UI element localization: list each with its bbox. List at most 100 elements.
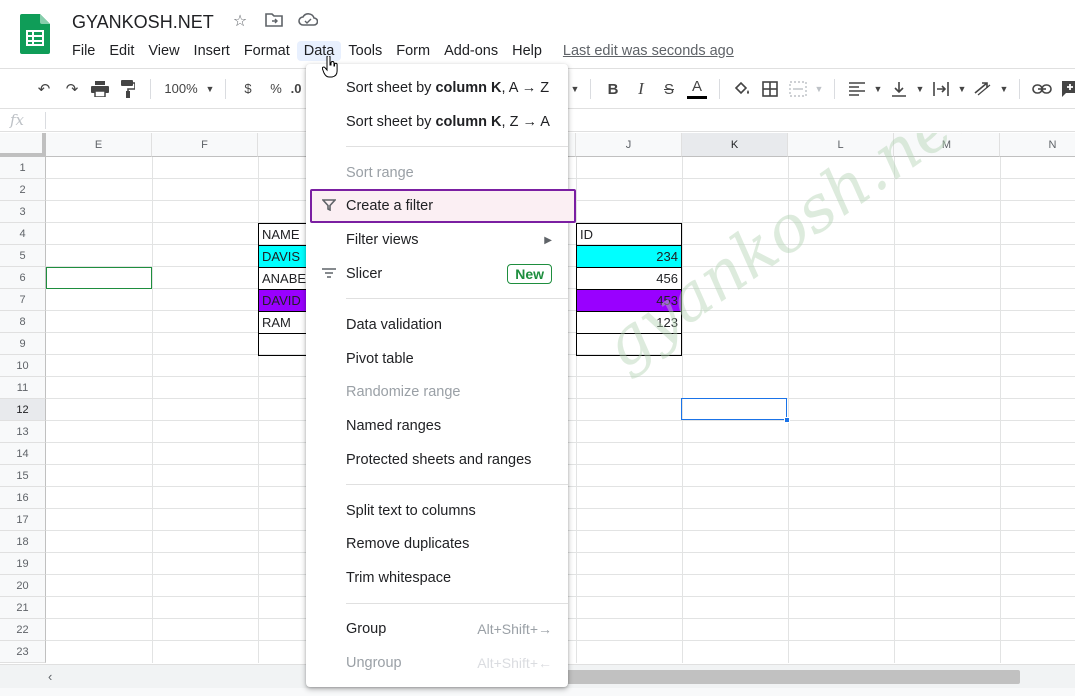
- table-header-id[interactable]: ID: [576, 223, 682, 246]
- merge-cells-icon[interactable]: [784, 75, 812, 103]
- menu-insert[interactable]: Insert: [187, 41, 237, 61]
- menu-form[interactable]: Form: [389, 41, 437, 61]
- group-item[interactable]: Group Alt+Shift+→: [306, 615, 568, 643]
- row-header[interactable]: 15: [0, 465, 46, 487]
- row-header[interactable]: 12: [0, 399, 46, 421]
- data-validation-item[interactable]: Data validation: [306, 311, 568, 339]
- menu-format[interactable]: Format: [237, 41, 297, 61]
- pivot-table-item[interactable]: Pivot table: [306, 345, 568, 373]
- slicer-item[interactable]: Slicer New: [306, 260, 568, 288]
- filter-views-item[interactable]: Filter views ▶: [306, 226, 568, 254]
- scrollbar-thumb[interactable]: [560, 670, 1020, 684]
- chevron-down-icon[interactable]: ▼: [913, 75, 927, 103]
- row-header[interactable]: 11: [0, 377, 46, 399]
- text-wrap-icon[interactable]: [927, 75, 955, 103]
- table-cell-id[interactable]: 456: [576, 267, 682, 290]
- row-header[interactable]: 20: [0, 575, 46, 597]
- last-edit-link[interactable]: Last edit was seconds ago: [563, 43, 734, 59]
- column-header-l[interactable]: L: [788, 133, 894, 157]
- document-title[interactable]: GYANKOSH.NET: [72, 12, 214, 33]
- ungroup-label: Ungroup: [346, 655, 402, 671]
- table-cell-id[interactable]: 234: [576, 245, 682, 268]
- row-header[interactable]: 17: [0, 509, 46, 531]
- table-cell-id[interactable]: 453: [576, 289, 682, 312]
- split-text-item[interactable]: Split text to columns: [306, 497, 568, 525]
- fill-color-icon[interactable]: [728, 75, 756, 103]
- row-header[interactable]: 13: [0, 421, 46, 443]
- row-header[interactable]: 9: [0, 333, 46, 355]
- cloud-status-icon[interactable]: [298, 12, 319, 32]
- row-header[interactable]: 23: [0, 641, 46, 663]
- borders-icon[interactable]: [756, 75, 784, 103]
- protected-sheets-item[interactable]: Protected sheets and ranges: [306, 446, 568, 474]
- move-folder-icon[interactable]: [264, 12, 284, 32]
- row-header[interactable]: 21: [0, 597, 46, 619]
- row-header[interactable]: 8: [0, 311, 46, 333]
- column-header-m[interactable]: M: [894, 133, 1000, 157]
- menu-edit[interactable]: Edit: [102, 41, 141, 61]
- sort-sheet-a-z-item[interactable]: Sort sheet by column K, A → Z: [306, 74, 568, 102]
- menu-file[interactable]: File: [65, 41, 102, 61]
- insert-link-icon[interactable]: [1028, 75, 1056, 103]
- row-header[interactable]: 22: [0, 619, 46, 641]
- row-header[interactable]: 16: [0, 487, 46, 509]
- horizontal-align-icon[interactable]: [843, 75, 871, 103]
- sort-sheet-z-a-item[interactable]: Sort sheet by column K, Z → A: [306, 108, 568, 136]
- active-cell-selection[interactable]: [681, 398, 790, 423]
- row-header[interactable]: 14: [0, 443, 46, 465]
- column-header-j[interactable]: J: [576, 133, 682, 157]
- menu-view[interactable]: View: [141, 41, 186, 61]
- row-header[interactable]: 18: [0, 531, 46, 553]
- italic-icon[interactable]: I: [627, 75, 655, 103]
- row-header[interactable]: 7: [0, 289, 46, 311]
- table-cell-empty[interactable]: [576, 333, 682, 356]
- paint-format-icon[interactable]: [114, 75, 142, 103]
- insert-comment-icon[interactable]: [1056, 75, 1075, 103]
- create-filter-item[interactable]: Create a filter: [310, 189, 576, 223]
- text-rotation-icon[interactable]: [969, 75, 997, 103]
- row-header[interactable]: 3: [0, 201, 46, 223]
- fill-handle[interactable]: [784, 417, 790, 423]
- column-header-f[interactable]: F: [152, 133, 258, 157]
- chevron-down-icon[interactable]: ▼: [997, 75, 1011, 103]
- print-icon[interactable]: [86, 75, 114, 103]
- row-header[interactable]: 4: [0, 223, 46, 245]
- strikethrough-icon[interactable]: S: [655, 75, 683, 103]
- percent-format-button[interactable]: %: [262, 75, 290, 103]
- star-icon[interactable]: ☆: [230, 12, 250, 32]
- toolbar-divider: [225, 78, 226, 99]
- named-ranges-item[interactable]: Named ranges: [306, 412, 568, 440]
- column-header-e[interactable]: E: [46, 133, 152, 157]
- undo-icon[interactable]: ↶: [30, 75, 58, 103]
- bold-icon[interactable]: B: [599, 75, 627, 103]
- row-header[interactable]: 6: [0, 267, 46, 289]
- chevron-down-icon[interactable]: ▼: [812, 75, 826, 103]
- sheets-logo-icon[interactable]: [20, 14, 50, 54]
- redo-icon[interactable]: ↷: [58, 75, 86, 103]
- scroll-left-icon[interactable]: ‹: [48, 669, 52, 684]
- vertical-align-icon[interactable]: [885, 75, 913, 103]
- chevron-down-icon[interactable]: ▼: [203, 75, 217, 103]
- table-cell-id[interactable]: 123: [576, 311, 682, 334]
- select-all-corner[interactable]: [0, 133, 46, 157]
- currency-format-button[interactable]: $: [234, 75, 262, 103]
- column-header-k[interactable]: K: [682, 133, 788, 157]
- remove-duplicates-item[interactable]: Remove duplicates: [306, 530, 568, 558]
- row-header[interactable]: 10: [0, 355, 46, 377]
- chevron-down-icon[interactable]: ▼: [955, 75, 969, 103]
- chevron-down-icon[interactable]: ▼: [568, 75, 582, 103]
- row-header[interactable]: 2: [0, 179, 46, 201]
- zoom-select[interactable]: 100%: [159, 75, 203, 103]
- text-color-icon[interactable]: A: [683, 75, 711, 103]
- row-header[interactable]: 5: [0, 245, 46, 267]
- menu-add-ons[interactable]: Add-ons: [437, 41, 505, 61]
- highlighted-cell[interactable]: [46, 267, 152, 289]
- column-header-n[interactable]: N: [1000, 133, 1075, 157]
- row-header[interactable]: 1: [0, 157, 46, 179]
- menu-tools[interactable]: Tools: [341, 41, 389, 61]
- row-header[interactable]: 19: [0, 553, 46, 575]
- decrease-decimal-button[interactable]: .0: [290, 75, 302, 103]
- menu-help[interactable]: Help: [505, 41, 549, 61]
- chevron-down-icon[interactable]: ▼: [871, 75, 885, 103]
- trim-whitespace-item[interactable]: Trim whitespace: [306, 564, 568, 592]
